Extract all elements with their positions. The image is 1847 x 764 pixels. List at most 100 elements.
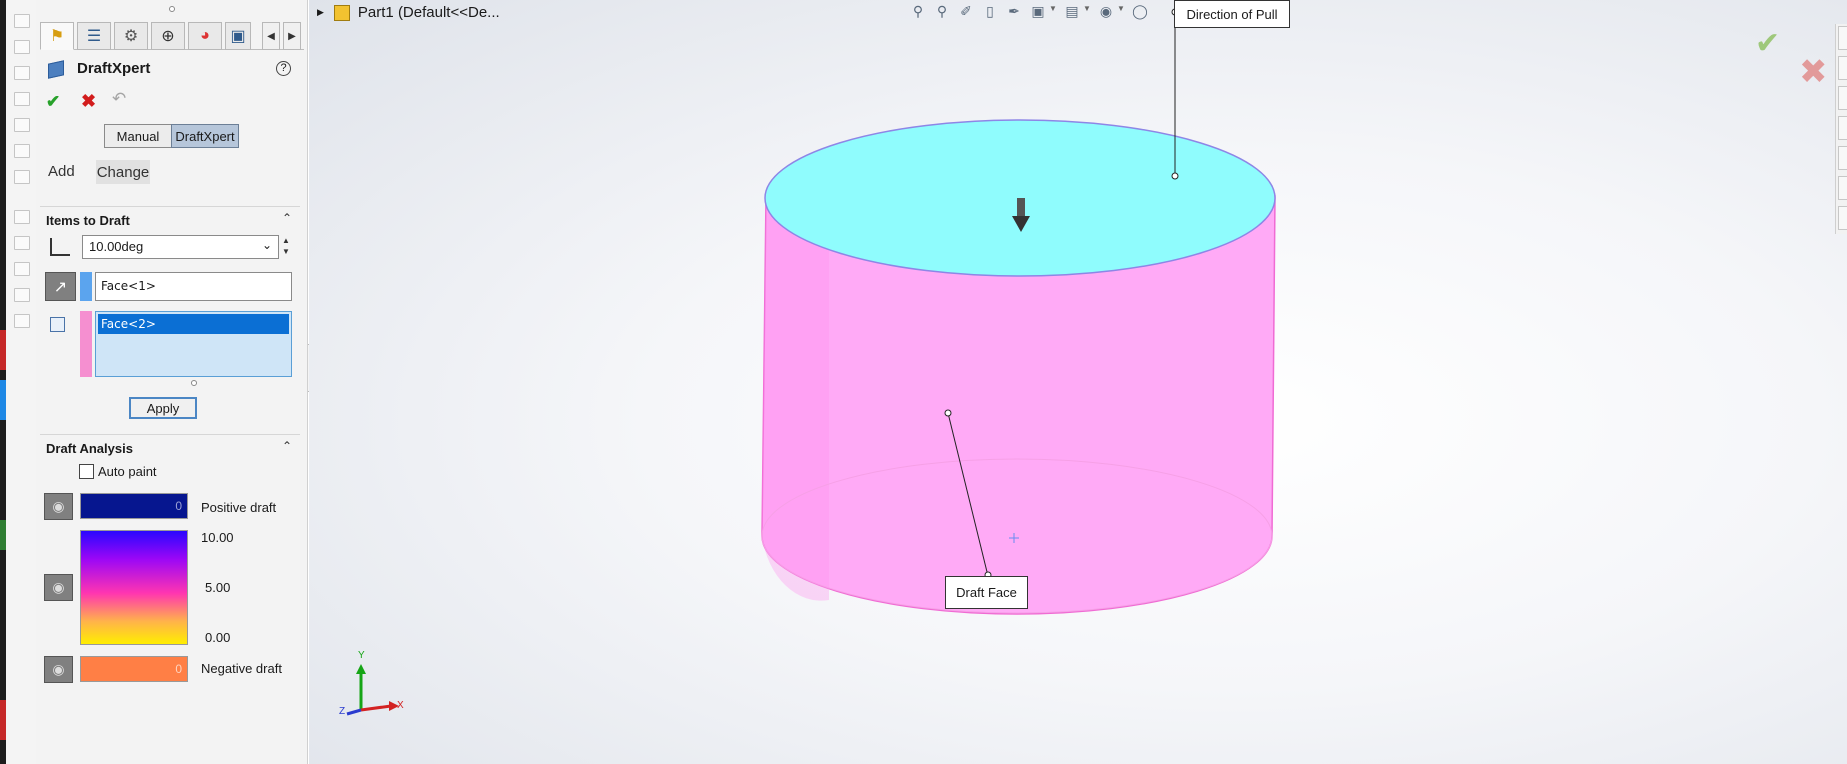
tab-scroll-left-button[interactable]: ◀ xyxy=(262,22,280,50)
cancel-icon[interactable]: ✖ xyxy=(81,91,96,112)
manager-tabs: ⚑ ☰ ⚙ ⊕ ◕ ▣ ◀ ▶ xyxy=(40,22,304,50)
tree-item-icon[interactable] xyxy=(14,118,30,132)
zoom-to-area-icon[interactable]: ⚲ xyxy=(933,2,951,20)
eye-icon: ◉ xyxy=(52,661,65,677)
items-to-draft-header[interactable]: Items to Draft ⌃ xyxy=(40,206,300,232)
draftxpert-mode-button[interactable]: DraftXpert xyxy=(171,124,239,148)
eye-icon: ◉ xyxy=(52,498,65,514)
faces-to-draft-list[interactable]: Face<2> xyxy=(95,311,292,377)
configuration-manager-icon: ⚙ xyxy=(123,28,139,45)
faces-swatch xyxy=(80,311,92,377)
scale-mid-label: 5.00 xyxy=(205,580,231,595)
feature-manager-tab[interactable]: ⚑ xyxy=(40,22,74,50)
manual-mode-button[interactable]: Manual xyxy=(104,124,172,148)
ok-icon[interactable]: ✔ xyxy=(46,92,60,112)
previous-view-icon[interactable]: ✐ xyxy=(957,2,975,20)
panel-title: DraftXpert xyxy=(77,60,151,77)
draft-face-callout[interactable]: Draft Face xyxy=(945,576,1028,609)
spin-down-icon[interactable]: ▼ xyxy=(282,247,290,256)
direction-swatch xyxy=(80,272,92,301)
task-pane-tab[interactable] xyxy=(1838,26,1847,50)
tree-item-icon[interactable] xyxy=(14,314,30,328)
chevron-down-icon[interactable]: ▼ xyxy=(1117,4,1125,13)
dimxpert-icon: ⊕ xyxy=(161,28,175,45)
dynamic-annotation-icon[interactable]: ✒ xyxy=(1005,2,1023,20)
axis-x-label: X xyxy=(397,700,404,711)
tree-item-icon[interactable] xyxy=(14,66,30,80)
draft-analysis-header[interactable]: Draft Analysis ⌃ xyxy=(40,434,300,460)
display-manager-icon: ◕ xyxy=(200,27,210,44)
task-pane-tab[interactable] xyxy=(1838,56,1847,80)
auto-paint-label: Auto paint xyxy=(98,464,157,479)
undo-icon[interactable]: ↶ xyxy=(112,89,126,109)
confirm-corner-ok-icon[interactable]: ✔ xyxy=(1755,26,1780,61)
graphics-area[interactable]: Y X Z ▶ Part1 (Default<<De... ⚲ ⚲ ✐ ▯ ✒ … xyxy=(309,0,1847,764)
view-orientation-icon[interactable]: ▣ xyxy=(1029,2,1047,20)
orientation-triad xyxy=(346,664,399,716)
task-pane-tab[interactable] xyxy=(1838,86,1847,110)
spin-up-icon[interactable]: ▲ xyxy=(282,236,290,245)
negative-draft-color[interactable]: 0 xyxy=(80,656,188,682)
list-item[interactable]: Face<2> xyxy=(98,314,289,334)
configuration-manager-tab[interactable]: ⚙ xyxy=(114,22,148,50)
property-manager-tab[interactable]: ☰ xyxy=(77,22,111,50)
add-tab[interactable]: Add xyxy=(48,163,75,180)
property-manager-panel: ⚑ ☰ ⚙ ⊕ ◕ ▣ ◀ ▶ DraftXpert ? ✔ ✖ ↶ Manua… xyxy=(36,0,308,764)
chevron-up-icon[interactable]: ⌃ xyxy=(282,211,292,225)
change-tab[interactable]: Change xyxy=(96,160,150,184)
task-pane-tab[interactable] xyxy=(1838,116,1847,140)
zoom-to-fit-icon[interactable]: ⚲ xyxy=(909,2,927,20)
reverse-direction-button[interactable]: ↗ xyxy=(45,272,76,301)
extra-tab[interactable]: ▣ xyxy=(225,22,251,50)
tree-item-icon[interactable] xyxy=(14,288,30,302)
direction-of-pull-callout[interactable]: Direction of Pull xyxy=(1174,0,1290,28)
tree-item-icon[interactable] xyxy=(14,210,30,224)
property-manager-icon: ☰ xyxy=(86,28,102,45)
feature-manager-icon: ⚑ xyxy=(49,28,65,45)
help-icon[interactable]: ? xyxy=(276,61,291,76)
display-manager-tab[interactable]: ◕ xyxy=(188,22,222,50)
task-pane-tab[interactable] xyxy=(1838,206,1847,230)
task-pane-tab[interactable] xyxy=(1838,176,1847,200)
confirm-corner-cancel-icon[interactable]: ✖ xyxy=(1799,52,1828,92)
breadcrumb[interactable]: ▶ Part1 (Default<<De... xyxy=(317,4,500,21)
extension-icon: ▣ xyxy=(230,28,246,45)
positive-draft-label: Positive draft xyxy=(201,500,277,515)
apply-button[interactable]: Apply xyxy=(129,397,197,419)
tree-item-icon[interactable] xyxy=(14,262,30,276)
required-draft-eye-button[interactable]: ◉ xyxy=(44,574,73,601)
tree-item-icon[interactable] xyxy=(14,144,30,158)
direction-of-pull-field[interactable]: Face<1> xyxy=(95,272,292,301)
expand-icon[interactable]: ▶ xyxy=(317,7,324,18)
chevron-right-icon: ▶ xyxy=(288,30,296,42)
panel-resize-grip[interactable] xyxy=(169,6,175,12)
tree-item-icon[interactable] xyxy=(14,170,30,184)
draft-angle-select[interactable]: 10.00deg ⌄ xyxy=(82,235,279,259)
dimxpert-tab[interactable]: ⊕ xyxy=(151,22,185,50)
chevron-up-icon[interactable]: ⌃ xyxy=(282,439,292,453)
group-title: Items to Draft xyxy=(46,213,130,228)
tree-item-icon[interactable] xyxy=(14,40,30,54)
display-style-icon[interactable]: ▤ xyxy=(1063,2,1081,20)
tree-item-icon[interactable] xyxy=(14,92,30,106)
feature-tree-toolbar xyxy=(6,0,36,764)
section-view-icon[interactable]: ▯ xyxy=(981,2,999,20)
draft-leader-end xyxy=(944,409,952,417)
breadcrumb-text[interactable]: Part1 (Default<<De... xyxy=(358,4,500,21)
negative-draft-eye-button[interactable]: ◉ xyxy=(44,656,73,683)
tree-item-icon[interactable] xyxy=(14,14,30,28)
positive-draft-color[interactable]: 0 xyxy=(80,493,188,519)
list-resize-grip[interactable] xyxy=(191,380,197,386)
angle-spinner[interactable]: ▲ ▼ xyxy=(280,235,292,259)
hide-show-icon[interactable]: ◉ xyxy=(1097,2,1115,20)
task-pane-tab[interactable] xyxy=(1838,146,1847,170)
chevron-down-icon[interactable]: ▼ xyxy=(1083,4,1091,13)
chevron-down-icon[interactable]: ▼ xyxy=(1049,4,1057,13)
tree-item-icon[interactable] xyxy=(14,236,30,250)
appearance-icon[interactable]: ◯ xyxy=(1131,2,1149,20)
tab-scroll-right-button[interactable]: ▶ xyxy=(283,22,301,50)
part-icon xyxy=(333,4,350,21)
auto-paint-checkbox[interactable] xyxy=(79,464,94,479)
chevron-down-icon: ⌄ xyxy=(261,238,272,252)
positive-draft-eye-button[interactable]: ◉ xyxy=(44,493,73,520)
